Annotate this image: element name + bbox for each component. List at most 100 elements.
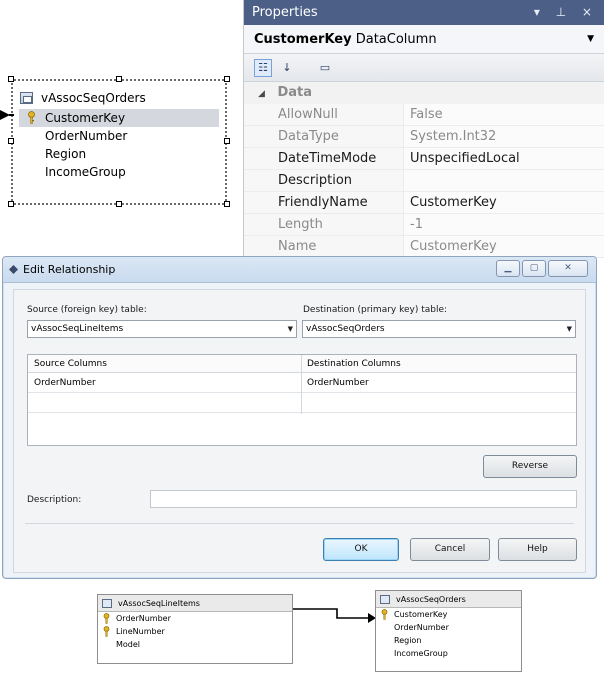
property-name: Length (244, 214, 404, 235)
minimize-button[interactable]: ▁ (496, 260, 520, 277)
designer-column-customerkey[interactable]: CustomerKey (19, 109, 219, 127)
designer-table-title: vAssocSeqOrders (41, 91, 146, 105)
property-row[interactable]: Description (244, 170, 604, 192)
chevron-down-icon[interactable]: ▼ (567, 321, 572, 337)
primary-key-icon (381, 609, 388, 620)
table-icon (380, 595, 390, 604)
diagram-table-header: vAssocSeqLineItems (98, 595, 292, 612)
property-pages-icon[interactable]: ▭ (316, 59, 334, 77)
dialog-body: Source (foreign key) table: vAssocSeqLin… (13, 289, 586, 573)
property-row[interactable]: FriendlyName CustomerKey (244, 192, 604, 214)
alphabetical-sort-icon[interactable]: ↓ (278, 59, 296, 77)
diagram-column[interactable]: CustomerKey (376, 608, 521, 621)
property-value[interactable] (404, 170, 604, 191)
relationship-connector[interactable] (292, 600, 377, 624)
grid-empty-row[interactable] (28, 393, 576, 413)
destination-table-value: vAssocSeqOrders (306, 324, 385, 334)
diagram-column-label: Model (116, 640, 141, 649)
properties-titlebar: Properties ▾ ⊥ × (244, 0, 604, 25)
primary-key-icon (103, 626, 110, 637)
property-value[interactable]: System.Int32 (404, 126, 604, 147)
primary-key-icon (103, 613, 110, 624)
table-icon (20, 92, 33, 104)
cancel-button[interactable]: Cancel (410, 538, 490, 561)
grid-header-source: Source Columns (28, 355, 301, 373)
property-value[interactable]: -1 (404, 214, 604, 235)
relationship-icon (9, 265, 18, 274)
ok-button[interactable]: OK (323, 538, 399, 561)
resize-handle[interactable] (224, 138, 230, 144)
diagram-table-title: vAssocSeqOrders (396, 595, 466, 604)
property-name: DateTimeMode (244, 148, 404, 169)
chevron-down-icon[interactable]: ▼ (587, 25, 594, 54)
chevron-down-icon[interactable]: ▼ (288, 321, 293, 337)
property-row[interactable]: AllowNull False (244, 104, 604, 126)
designer-column-region[interactable]: Region (19, 145, 219, 163)
description-input[interactable] (150, 490, 577, 508)
diagram-column[interactable]: OrderNumber (98, 612, 292, 625)
primary-key-icon (28, 111, 35, 124)
window-controls: ▁ ▢ ✕ (494, 260, 588, 277)
diagram-column[interactable]: OrderNumber (376, 621, 521, 634)
resize-handle[interactable] (224, 201, 230, 207)
resize-handle[interactable] (116, 76, 122, 82)
categorized-icon[interactable]: ☷ (254, 59, 272, 77)
resize-handle[interactable] (8, 201, 14, 207)
property-row[interactable]: Name CustomerKey (244, 236, 604, 258)
diagram-column-label: OrderNumber (394, 623, 449, 632)
diagram-column-label: OrderNumber (116, 614, 171, 623)
property-value[interactable]: UnspecifiedLocal (404, 148, 604, 169)
destination-table-label: Destination (primary key) table: (303, 305, 448, 315)
relationship-arrow-icon (0, 110, 14, 120)
grid-cell-source[interactable]: OrderNumber (28, 373, 301, 393)
object-type: DataColumn (355, 32, 437, 47)
close-button[interactable]: ✕ (548, 260, 588, 277)
dialog-titlebar[interactable]: Edit Relationship ▁ ▢ ✕ (3, 257, 596, 283)
designer-column-ordernumber[interactable]: OrderNumber (19, 127, 219, 145)
diagram-column[interactable]: IncomeGroup (376, 647, 521, 660)
property-row[interactable]: DateTimeMode UnspecifiedLocal (244, 148, 604, 170)
grid-header-destination: Destination Columns (301, 355, 576, 373)
window-buttons[interactable]: ▾ ⊥ × (534, 0, 598, 25)
maximize-button[interactable]: ▢ (522, 260, 546, 277)
designer-column-label: IncomeGroup (45, 165, 126, 179)
designer-table-vassocseqorders[interactable]: vAssocSeqOrders CustomerKey OrderNumber … (11, 79, 227, 205)
object-selector[interactable]: CustomerKey DataColumn ▼ (244, 25, 604, 54)
resize-handle[interactable] (116, 201, 122, 207)
diagram-column[interactable]: Model (98, 638, 292, 651)
diagram-table-vassocseqorders[interactable]: vAssocSeqOrders CustomerKey OrderNumber … (375, 590, 522, 672)
category-label: Data (277, 85, 313, 100)
property-grid: ◢ Data AllowNull False DataType System.I… (244, 82, 604, 258)
diagram-column-label: Region (394, 636, 422, 645)
designer-column-label: Region (45, 147, 87, 161)
separator (25, 523, 574, 524)
property-value[interactable]: CustomerKey (404, 236, 604, 257)
reverse-button[interactable]: Reverse (483, 455, 577, 478)
diagram-column[interactable]: LineNumber (98, 625, 292, 638)
columns-grid[interactable]: Source Columns Destination Columns Order… (27, 354, 577, 446)
resize-handle[interactable] (224, 76, 230, 82)
resize-handle[interactable] (8, 138, 14, 144)
edit-relationship-dialog: Edit Relationship ▁ ▢ ✕ Source (foreign … (2, 256, 597, 579)
grid-cell-destination[interactable]: OrderNumber (301, 373, 576, 393)
diagram-table-vassocseqlineitems[interactable]: vAssocSeqLineItems OrderNumber LineNumbe… (97, 594, 293, 664)
source-table-combo[interactable]: vAssocSeqLineItems ▼ (27, 320, 297, 338)
destination-table-combo[interactable]: vAssocSeqOrders ▼ (302, 320, 576, 338)
diagram-column[interactable]: Region (376, 634, 521, 647)
designer-table-header: vAssocSeqOrders (17, 87, 217, 109)
object-name: CustomerKey (254, 32, 352, 47)
diagram-column-label: CustomerKey (394, 610, 448, 619)
property-row[interactable]: DataType System.Int32 (244, 126, 604, 148)
property-value[interactable]: False (404, 104, 604, 125)
collapse-icon[interactable]: ◢ (258, 83, 265, 105)
property-row[interactable]: Length -1 (244, 214, 604, 236)
properties-toolbar: ☷ ↓ ▭ (244, 54, 604, 82)
property-value[interactable]: CustomerKey (404, 192, 604, 213)
diagram-table-title: vAssocSeqLineItems (118, 599, 200, 608)
resize-handle[interactable] (8, 76, 14, 82)
category-data[interactable]: ◢ Data (244, 82, 604, 104)
diagram-column-label: IncomeGroup (394, 649, 448, 658)
dialog-title: Edit Relationship (23, 263, 116, 276)
help-button[interactable]: Help (498, 538, 577, 561)
designer-column-incomegroup[interactable]: IncomeGroup (19, 163, 219, 181)
